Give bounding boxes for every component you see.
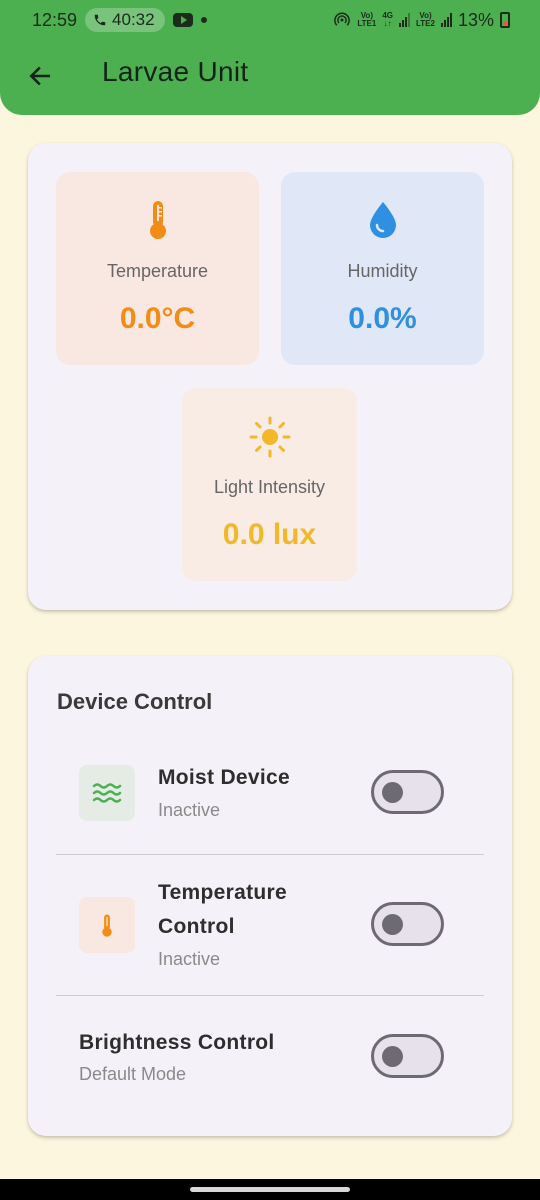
device-control-card: Device Control Moist Device Inactive Tem…: [28, 656, 512, 1136]
brightness-control-status: Default Mode: [79, 1064, 187, 1084]
temperature-tile: Temperature 0.0°C: [56, 172, 259, 365]
status-bar: 12:59 40:32 Vo) LTE1 4G ↓↑ Vo) LTE2 13%: [0, 0, 540, 40]
light-intensity-tile: Light Intensity 0.0 lux: [182, 388, 357, 581]
battery-icon: [500, 12, 510, 28]
humidity-tile: Humidity 0.0%: [281, 172, 484, 365]
ongoing-call-pill[interactable]: 40:32: [85, 8, 165, 32]
toggle-knob: [382, 914, 403, 935]
battery-percent: 13%: [457, 9, 494, 30]
water-drop-icon: [369, 202, 396, 238]
sim1-label: Vo) LTE1: [357, 12, 376, 28]
status-left: 12:59 40:32: [32, 8, 207, 32]
signal-icon-2: [440, 13, 452, 27]
back-button[interactable]: [24, 60, 56, 92]
light-intensity-value: 0.0 lux: [222, 518, 317, 551]
toggle-knob: [382, 782, 403, 803]
notification-dot-icon: [200, 17, 207, 23]
temperature-label: Temperature: [106, 261, 209, 281]
humidity-value: 0.0%: [348, 302, 417, 335]
system-navigation-bar: [0, 1179, 540, 1200]
temperature-control-icon-box: [79, 897, 135, 953]
temperature-control-status: Inactive: [158, 949, 221, 969]
app-bar: Larvae Unit: [0, 40, 540, 112]
page-title: Larvae Unit: [102, 56, 249, 87]
moist-device-toggle[interactable]: [371, 770, 444, 814]
hotspot-icon: [334, 12, 351, 26]
sun-icon: [249, 416, 290, 458]
humidity-label: Humidity: [347, 261, 418, 281]
divider: [56, 854, 484, 855]
network-type-label: 4G ↓↑: [382, 12, 393, 28]
sim2-lte: LTE2: [416, 19, 435, 28]
thermometer-icon: [149, 201, 166, 239]
thermometer-icon: [102, 914, 112, 937]
light-intensity-label: Light Intensity: [213, 477, 326, 497]
home-gesture-handle[interactable]: [190, 1187, 350, 1192]
sim2-label: Vo) LTE2: [416, 12, 435, 28]
temperature-control-toggle[interactable]: [371, 902, 444, 946]
divider: [56, 995, 484, 996]
brightness-control-title: Brightness Control: [79, 1031, 275, 1054]
moist-device-status: Inactive: [158, 800, 221, 820]
sim1-lte: LTE1: [357, 19, 377, 28]
temperature-value: 0.0°C: [119, 302, 196, 335]
phone-icon: [94, 14, 106, 26]
youtube-icon: [172, 13, 193, 27]
arrow-left-icon: [29, 66, 50, 86]
temperature-control-title-line2: Control: [158, 915, 235, 938]
sensor-readings-card: Temperature 0.0°C Humidity 0.0% Light In…: [28, 143, 512, 610]
status-right: Vo) LTE1 4G ↓↑ Vo) LTE2 13%: [333, 10, 510, 31]
device-control-title: Device Control: [57, 689, 213, 714]
brightness-control-toggle[interactable]: [371, 1034, 444, 1078]
waves-icon: [92, 783, 122, 803]
status-time: 12:59: [32, 9, 78, 30]
moist-device-title: Moist Device: [158, 766, 290, 789]
temperature-control-title-line1: Temperature: [158, 881, 287, 904]
call-timer: 40:32: [112, 10, 155, 29]
signal-icon-1: [399, 13, 410, 27]
data-arrows-icon: ↓↑: [383, 19, 392, 28]
toggle-knob: [382, 1046, 403, 1067]
moist-device-icon-box: [79, 765, 135, 821]
